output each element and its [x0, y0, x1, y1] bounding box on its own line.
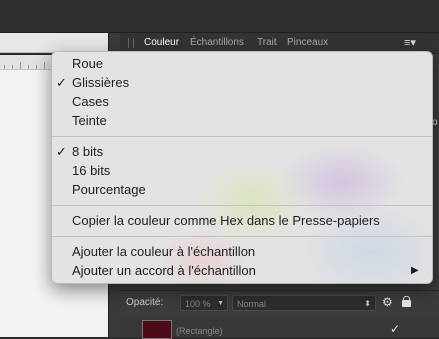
- tab-couleur[interactable]: Couleur: [144, 37, 179, 48]
- menu-item-roue[interactable]: Roue: [52, 54, 432, 73]
- menu-item-label: 16 bits: [72, 163, 111, 178]
- menu-item-label: Pourcentage: [72, 182, 146, 197]
- panel-options-menu: Roue ✓ Glissières Cases Teinte ✓ 8 bits …: [51, 51, 433, 284]
- menu-item-teinte[interactable]: Teinte: [52, 111, 432, 130]
- stepper-arrows-icon[interactable]: ⬍: [364, 296, 371, 312]
- menu-item-8-bits[interactable]: ✓ 8 bits: [52, 142, 432, 161]
- gear-icon[interactable]: ⚙: [382, 295, 393, 309]
- menu-item-label: 8 bits: [72, 144, 104, 159]
- menu-item-label: Glissières: [72, 75, 130, 90]
- menu-separator: [52, 205, 432, 206]
- blend-mode-value: Normal: [237, 299, 267, 309]
- submenu-arrow-icon: ▶: [411, 265, 419, 276]
- menu-item-label: Roue: [72, 56, 104, 71]
- tab-trait[interactable]: Trait: [257, 37, 277, 48]
- menu-item-label: Teinte: [72, 113, 107, 128]
- opacity-row: Opacité: 100 % ▼ Normal ⬍ ⚙: [120, 290, 439, 315]
- menu-item-add-color-swatch[interactable]: Ajouter la couleur à l'échantillon: [52, 242, 432, 261]
- menu-item-glissieres[interactable]: ✓ Glissières: [52, 73, 432, 92]
- lock-icon[interactable]: [402, 296, 411, 307]
- tab-echantillons[interactable]: Échantillons: [190, 37, 244, 48]
- menu-item-label: Cases: [72, 94, 109, 109]
- context-field[interactable]: [0, 33, 108, 53]
- opacity-value: 100 %: [185, 299, 211, 309]
- top-toolbar: [0, 0, 439, 33]
- blend-mode-select[interactable]: Normal ⬍: [232, 295, 376, 311]
- checkmark-icon: ✓: [56, 144, 67, 159]
- layer-row[interactable]: (Rectangle) ✓: [120, 316, 439, 339]
- layer-name: (Rectangle): [176, 326, 223, 336]
- menu-item-label: Copier la couleur comme Hex dans le Pres…: [72, 213, 380, 228]
- panel-menu-icon[interactable]: ≡▾: [404, 36, 416, 49]
- menu-item-pourcentage[interactable]: Pourcentage: [52, 180, 432, 199]
- drag-grip-icon[interactable]: [128, 38, 134, 48]
- opacity-input[interactable]: 100 % ▼: [180, 295, 228, 311]
- menu-item-copy-hex[interactable]: Copier la couleur comme Hex dans le Pres…: [52, 211, 432, 230]
- chevron-down-icon[interactable]: ▼: [217, 296, 224, 312]
- menu-separator: [52, 136, 432, 137]
- menu-item-16-bits[interactable]: 16 bits: [52, 161, 432, 180]
- menu-item-add-chord-swatch[interactable]: Ajouter un accord à l'échantillon ▶: [52, 261, 432, 280]
- menu-item-cases[interactable]: Cases: [52, 92, 432, 111]
- menu-item-label: Ajouter un accord à l'échantillon: [72, 263, 256, 278]
- visibility-check-icon[interactable]: ✓: [390, 322, 400, 336]
- checkmark-icon: ✓: [56, 75, 67, 90]
- menu-item-label: Ajouter la couleur à l'échantillon: [72, 244, 256, 259]
- layer-thumbnail: [142, 320, 172, 339]
- opacity-label: Opacité:: [126, 297, 164, 308]
- tab-pinceaux[interactable]: Pinceaux: [287, 37, 328, 48]
- menu-separator: [52, 236, 432, 237]
